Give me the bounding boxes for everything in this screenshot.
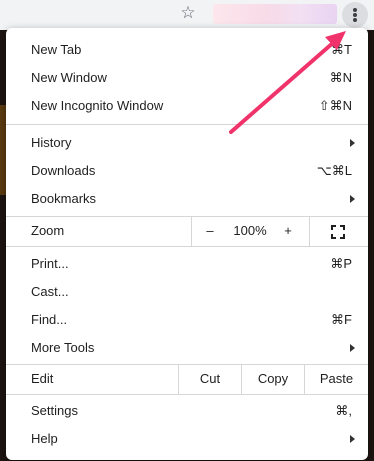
menu-item-label: Downloads	[31, 163, 96, 178]
menu-item-label: New Tab	[31, 42, 82, 57]
menu-item-history[interactable]: History	[6, 129, 368, 157]
edit-row: Edit Cut Copy Paste	[6, 364, 368, 394]
submenu-arrow-icon	[350, 139, 355, 147]
menu-item-shortcut: ⌥⌘L	[316, 163, 352, 178]
zoom-divider	[309, 216, 310, 246]
zoom-label: Zoom	[31, 223, 65, 238]
copy-button[interactable]: Copy	[242, 364, 304, 394]
menu-item-label: More Tools	[31, 340, 95, 355]
menu-item-downloads[interactable]: Downloads ⌥⌘L	[6, 157, 368, 185]
menu-item-new-window[interactable]: New Window ⌘N	[6, 64, 368, 92]
zoom-divider	[191, 216, 192, 246]
chrome-menu-button[interactable]	[342, 2, 368, 28]
menu-item-label: Settings	[31, 403, 78, 418]
menu-item-label: History	[31, 135, 72, 150]
menu-separator	[6, 124, 368, 125]
bookmark-star-icon[interactable]: ☆	[178, 3, 198, 23]
cut-button[interactable]: Cut	[179, 364, 241, 394]
menu-item-label: Bookmarks	[31, 191, 97, 206]
menu-item-settings[interactable]: Settings ⌘,	[6, 397, 368, 425]
paste-button[interactable]: Paste	[305, 364, 368, 394]
zoom-row: Zoom – 100% +	[6, 216, 368, 246]
menu-item-more-tools[interactable]: More Tools	[6, 334, 368, 362]
submenu-arrow-icon	[350, 344, 355, 352]
blurred-profile-area	[213, 4, 337, 24]
chrome-main-menu: New Tab ⌘T New Window ⌘N New Incognito W…	[6, 28, 368, 460]
menu-item-cast[interactable]: Cast...	[6, 278, 368, 306]
menu-item-shortcut: ⌘N	[329, 70, 352, 85]
menu-item-shortcut: ⌘P	[330, 256, 352, 271]
menu-item-new-incognito-window[interactable]: New Incognito Window ⇧⌘N	[6, 92, 368, 120]
menu-item-label: Find...	[31, 312, 68, 327]
menu-item-label: Help	[31, 431, 58, 446]
menu-item-shortcut: ⇧⌘N	[318, 98, 352, 113]
menu-item-print[interactable]: Print... ⌘P	[6, 250, 368, 278]
menu-separator	[6, 394, 368, 395]
fullscreen-icon[interactable]	[331, 225, 345, 239]
menu-item-bookmarks[interactable]: Bookmarks	[6, 185, 368, 213]
menu-item-label: New Window	[31, 70, 107, 85]
menu-item-label: New Incognito Window	[31, 98, 164, 113]
menu-item-label: Print...	[31, 256, 69, 271]
zoom-in-button[interactable]: +	[276, 216, 300, 246]
edit-label: Edit	[31, 371, 54, 386]
menu-separator	[6, 246, 368, 247]
menu-item-shortcut: ⌘F	[331, 312, 352, 327]
zoom-level-value: 100%	[233, 223, 267, 238]
kebab-dot-icon	[353, 8, 357, 12]
zoom-out-button[interactable]: –	[198, 216, 222, 246]
kebab-dot-icon	[353, 18, 357, 22]
submenu-arrow-icon	[350, 435, 355, 443]
menu-item-help[interactable]: Help	[6, 425, 368, 453]
menu-item-label: Cast...	[31, 284, 69, 299]
menu-item-shortcut: ⌘,	[335, 403, 352, 418]
menu-item-shortcut: ⌘T	[331, 42, 352, 57]
menu-item-find[interactable]: Find... ⌘F	[6, 306, 368, 334]
menu-item-new-tab[interactable]: New Tab ⌘T	[6, 36, 368, 64]
kebab-dot-icon	[353, 13, 357, 17]
submenu-arrow-icon	[350, 195, 355, 203]
browser-toolbar: ☆	[0, 0, 374, 30]
